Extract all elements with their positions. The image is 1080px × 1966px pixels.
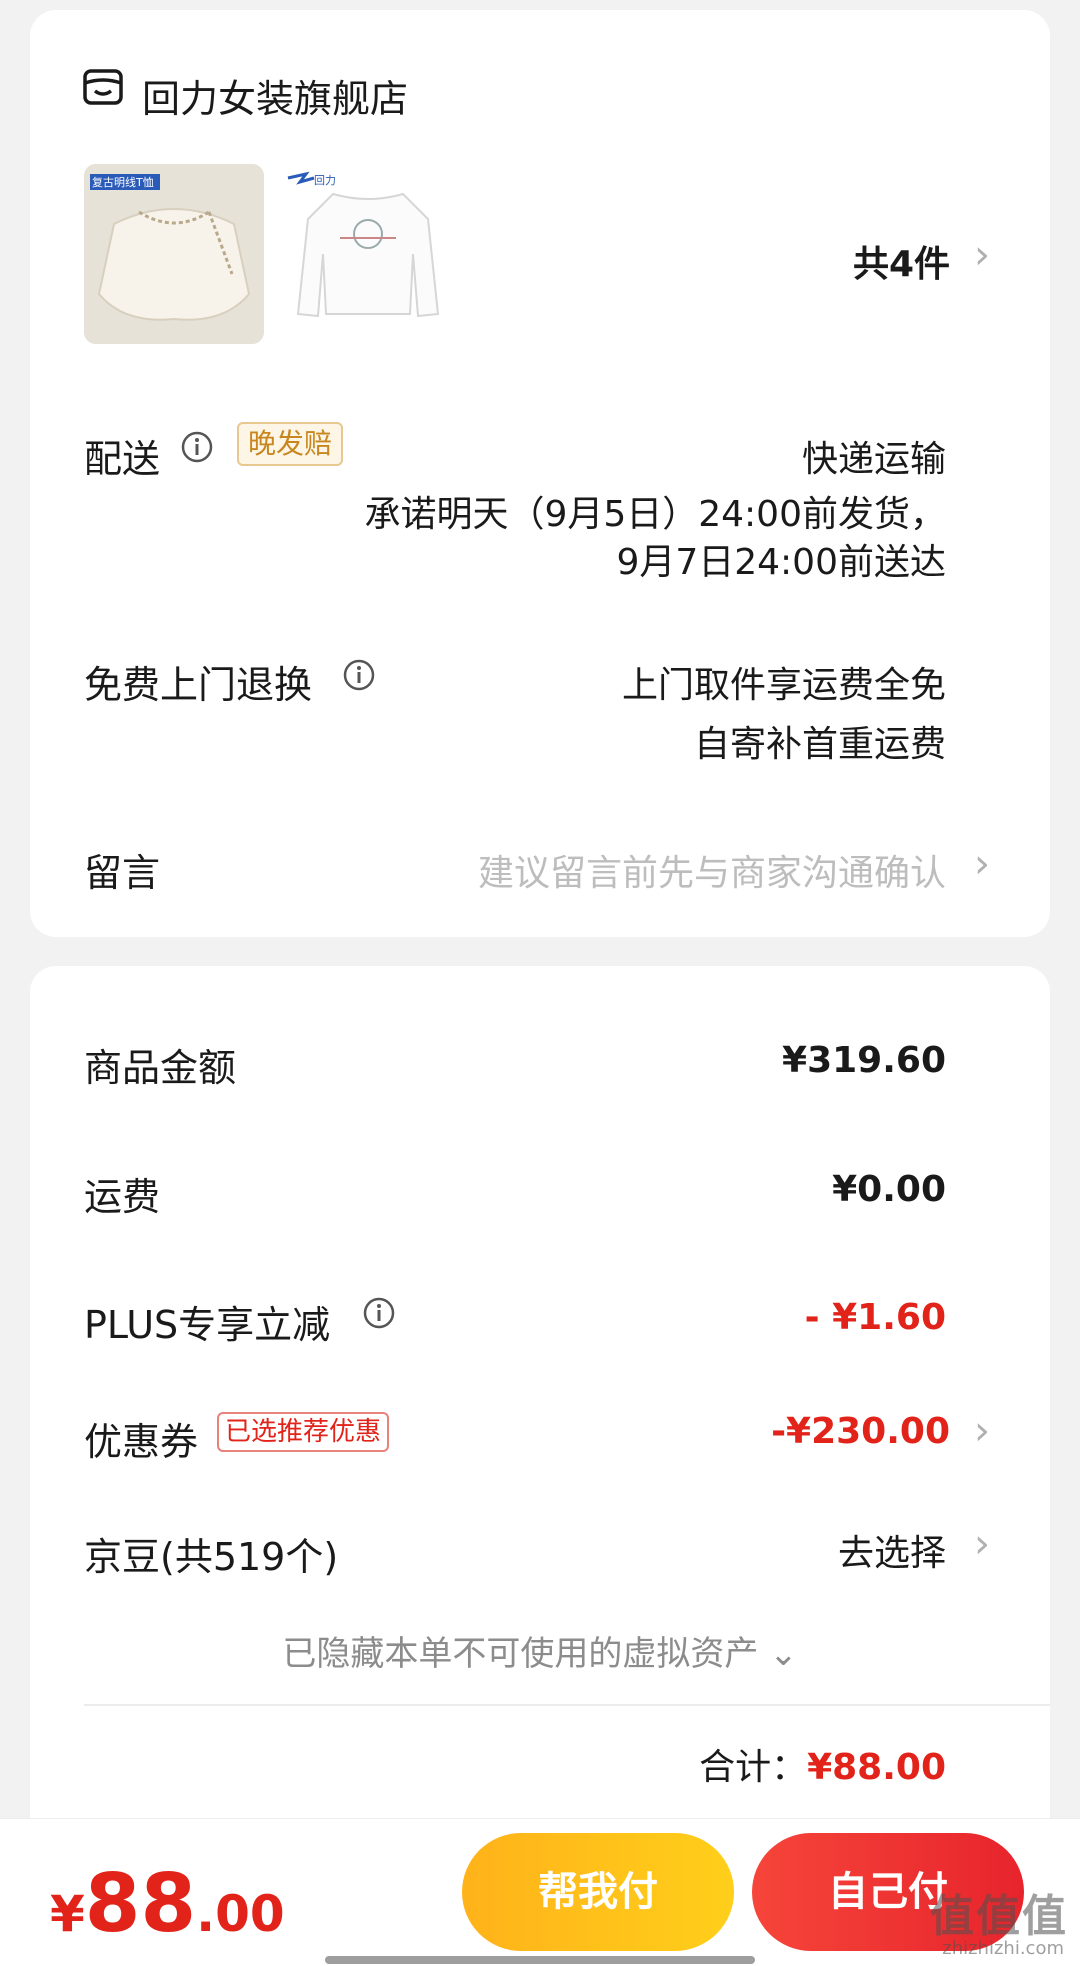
divider [84,1704,1050,1706]
goods-amount-label: 商品金额 [84,1046,237,1090]
home-indicator[interactable] [325,1956,755,1964]
shop-icon [83,69,123,105]
price-summary-card: 商品金额 ¥319.60 运费 ¥0.00 PLUS专享立减 - ¥1.60 优… [30,966,1050,1966]
watermark-logo: 值值值 [930,1891,1068,1942]
late-compensation-badge[interactable]: 晚发赔 [237,422,344,466]
delivery-label: 配送 [84,437,161,481]
thumb-badge: 复古明线T恤 [92,176,154,189]
hidden-assets-toggle[interactable]: 已隐藏本单不可使用的虚拟资产 ⌄ [30,1626,1050,1675]
coupon-selected-badge: 已选推荐优惠 [217,1412,390,1452]
coupon-label: 优惠券 [84,1420,199,1464]
jd-beans-label: 京豆(共519个) [84,1535,339,1579]
chevron-right-icon[interactable]: › [974,1411,990,1451]
jd-beans-select[interactable]: 去选择 [838,1524,946,1576]
info-icon[interactable] [362,1296,396,1330]
pay-amount-decimal: .00 [196,1885,285,1943]
delivery-promise-line2: 9月7日24:00前送达 [616,542,946,583]
checkout-bar: ¥88.00 帮我付 自己付 [0,1818,1080,1966]
product-thumbnail-2[interactable]: 回力 [278,164,458,344]
order-shop-card: 回力女装旗舰店 复古明线T恤 回力 共4件 › 配送 晚发赔 快递运输 承诺明天… [30,10,1050,937]
shop-name[interactable]: 回力女装旗舰店 [142,68,408,123]
shipping-fee-value: ¥0.00 [832,1169,946,1210]
info-icon[interactable] [342,658,376,692]
chevron-right-icon[interactable]: › [974,235,990,275]
pay-amount: ¥88.00 [50,1857,285,1950]
total-row: 合计：¥88.00 [699,1738,946,1790]
coupon-value[interactable]: -¥230.00 [771,1411,950,1452]
return-pickup-text: 上门取件享运费全免 [621,665,946,706]
plus-discount-label: PLUS专享立减 [84,1303,331,1347]
thumb-logo: 回力 [314,174,336,187]
chevron-right-icon[interactable]: › [974,844,990,884]
currency-symbol: ¥ [50,1885,85,1943]
plus-discount-value: - ¥1.60 [804,1297,946,1338]
shipping-fee-label: 运费 [84,1175,161,1219]
info-icon[interactable] [180,430,214,464]
delivery-method: 快递运输 [801,439,946,480]
watermark-url: zhizhizhi.com [942,1938,1064,1959]
total-value: ¥88.00 [807,1747,946,1788]
message-input[interactable]: 建议留言前先与商家沟通确认 [478,844,946,896]
free-return-label: 免费上门退换 [84,663,313,707]
help-me-pay-button[interactable]: 帮我付 [462,1833,734,1951]
goods-amount-value: ¥319.60 [782,1040,946,1081]
pay-amount-integer: 88 [84,1857,197,1950]
message-label: 留言 [84,851,161,895]
sweater-image [84,164,264,344]
delivery-promise-line1: 承诺明天（9月5日）24:00前发货， [364,494,946,535]
item-count[interactable]: 共4件 [853,235,950,287]
chevron-right-icon[interactable]: › [974,1524,990,1564]
shirt-image [278,164,458,344]
total-label: 合计： [699,1747,808,1788]
product-thumbnail-1[interactable]: 复古明线T恤 [84,164,264,344]
return-self-ship-text: 自寄补首重运费 [693,724,946,765]
